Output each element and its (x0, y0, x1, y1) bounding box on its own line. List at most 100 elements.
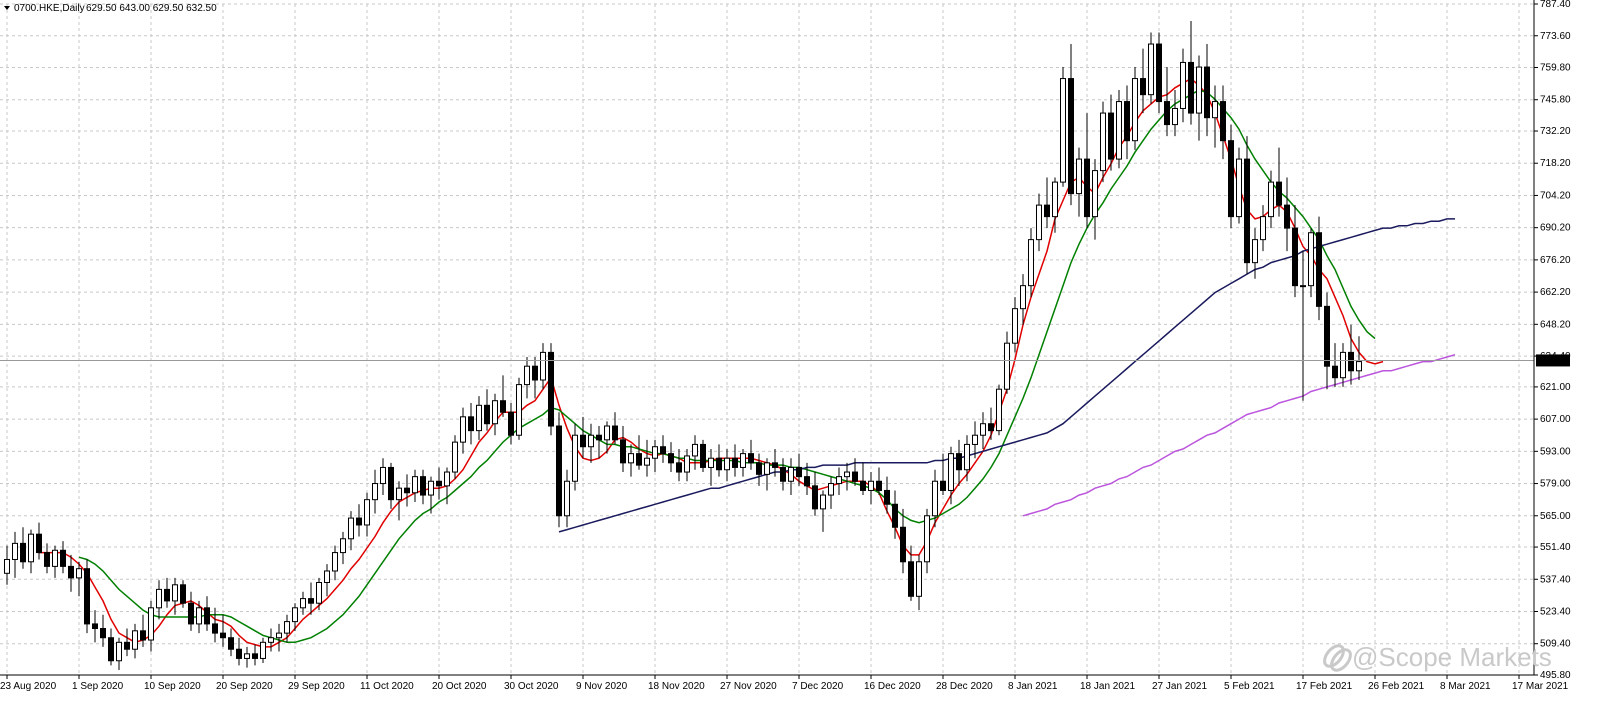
candle-bull (300, 598, 306, 609)
candle-bull (260, 641, 266, 659)
candle-bull (1212, 101, 1218, 119)
candle-bear (508, 411, 514, 436)
candle-bull (1148, 43, 1154, 96)
x-tick-label: 11 Oct 2020 (360, 681, 414, 692)
candle-bull (28, 533, 34, 563)
candle-bear (1044, 204, 1050, 218)
candle-bull (1356, 361, 1362, 372)
candle-bear (404, 487, 410, 494)
x-tick-label: 28 Dec 2020 (936, 681, 993, 692)
candle-bear (804, 476, 810, 487)
candle-bear (308, 598, 314, 604)
candle-bear (20, 542, 26, 563)
x-tick-label: 17 Mar 2021 (1512, 681, 1569, 692)
candle-bull (380, 466, 386, 485)
candle-bull (1004, 342, 1010, 390)
y-tick-label: 607.00 (1540, 414, 1571, 425)
candle-bull (1180, 61, 1186, 109)
candle-bull (588, 434, 594, 448)
candle-bull (1300, 285, 1306, 288)
y-tick-label: 662.20 (1540, 287, 1571, 298)
candle-bull (116, 641, 122, 662)
candle-bull (492, 400, 498, 425)
y-tick-label: 648.20 (1540, 319, 1571, 330)
candle-bull (1052, 181, 1058, 218)
triangle-down-icon[interactable] (4, 6, 10, 10)
candle-bear (44, 552, 50, 567)
y-tick-label: 621.00 (1540, 382, 1571, 393)
candle-bear (36, 533, 42, 554)
candle-bull (268, 637, 274, 643)
candle-bear (756, 462, 762, 475)
candle-bear (772, 462, 778, 468)
x-tick-label: 8 Mar 2021 (1440, 681, 1491, 692)
candle-bull (1076, 158, 1082, 195)
candle-bull (564, 480, 570, 517)
x-tick-label: 20 Sep 2020 (216, 681, 273, 692)
candle-bear (892, 503, 898, 528)
candle-bear (556, 425, 562, 517)
candle-bull (724, 457, 730, 471)
y-tick-label: 745.80 (1540, 95, 1571, 106)
candle-bull (4, 558, 10, 574)
candle-bull (836, 476, 842, 485)
candle-bear (180, 584, 186, 604)
chain-link-icon (1323, 644, 1352, 672)
candle-bear (164, 588, 170, 602)
y-tick-label: 759.80 (1540, 63, 1571, 74)
candle-bear (388, 466, 394, 501)
candle-bear (1228, 140, 1234, 218)
x-axis: 23 Aug 2020 1 Sep 2020 10 Sep 2020 20 Sep 2… (0, 675, 1569, 692)
candle-bull (524, 365, 530, 386)
candle-bear (100, 628, 106, 639)
x-tick-label: 16 Dec 2020 (864, 681, 921, 692)
candle-bull (828, 483, 834, 496)
candle-bull (340, 538, 346, 554)
candle-bear (1220, 101, 1226, 142)
candle-bull (652, 446, 658, 459)
candle-bull (1020, 285, 1026, 310)
candle-bear (1292, 227, 1298, 287)
y-tick-label: 676.20 (1540, 255, 1571, 266)
candle-bear (748, 453, 754, 464)
candle-bull (1252, 239, 1258, 264)
candle-bull (916, 561, 922, 597)
x-tick-label: 9 Nov 2020 (576, 681, 628, 692)
candle-bear (1332, 365, 1338, 379)
candle-bear (468, 416, 474, 432)
candle-bull (516, 384, 522, 436)
candle-bear (660, 446, 666, 455)
candle-bull (244, 653, 250, 659)
candle-bull (316, 581, 322, 604)
candle-bull (52, 549, 58, 567)
candle-bear (596, 434, 602, 441)
candle-bull (452, 441, 458, 473)
stock-chart[interactable]: 787.40 773.60 759.80 745.80 732.20 718.20 704.… (0, 0, 1624, 723)
candle-bull (1116, 101, 1122, 160)
candle-bear (548, 351, 554, 427)
candle-bear (780, 466, 786, 482)
candle-bear (876, 480, 882, 491)
candle-bull (76, 568, 82, 579)
watermark: @Scope Markets (1323, 642, 1552, 672)
y-tick-label: 551.40 (1540, 542, 1571, 553)
candle-bear (204, 607, 210, 625)
candle-bull (372, 483, 378, 501)
candle-bear (420, 476, 426, 496)
candle-bull (764, 462, 770, 475)
candle-bull (348, 517, 354, 540)
candle-bull (460, 416, 466, 443)
candle-bear (484, 404, 490, 425)
x-tick-label: 27 Nov 2020 (720, 681, 777, 692)
candle-bear (228, 637, 234, 650)
x-tick-label: 30 Oct 2020 (504, 681, 559, 692)
watermark-text: @Scope Markets (1352, 642, 1552, 672)
candle-bear (1164, 101, 1170, 126)
x-tick-label: 17 Feb 2021 (1296, 681, 1353, 692)
candle-bull (292, 607, 298, 623)
x-tick-label: 10 Sep 2020 (144, 681, 201, 692)
x-tick-label: 23 Aug 2020 (0, 681, 57, 692)
y-tick-label: 565.00 (1540, 511, 1571, 522)
y-tick-label: 787.40 (1540, 0, 1571, 10)
candle-bear (1276, 181, 1282, 206)
